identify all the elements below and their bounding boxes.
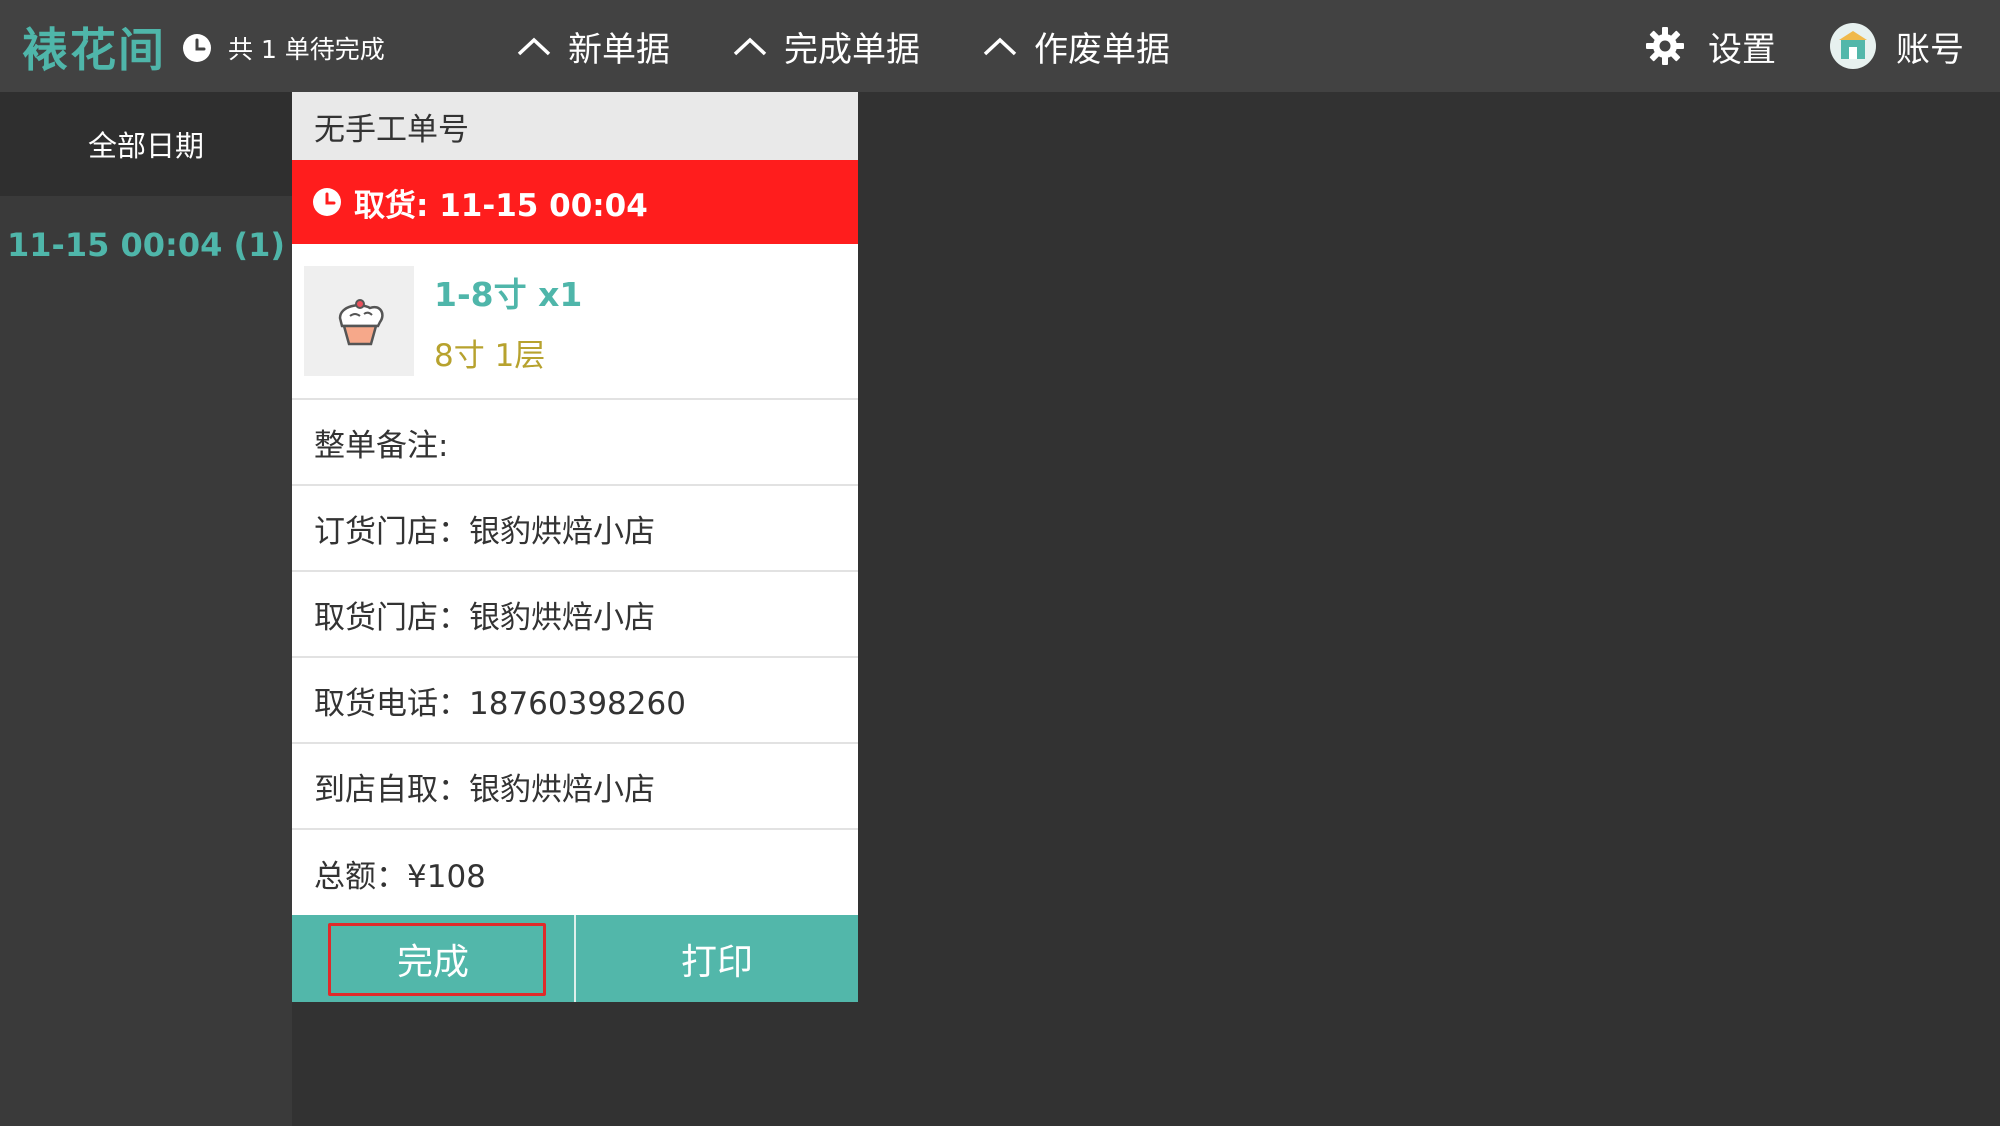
pending-text: 共 1 单待完成	[228, 35, 385, 64]
nav-completed-orders-label: 完成单据	[784, 29, 920, 70]
order-total: 总额：¥108	[314, 858, 486, 895]
order-card: 无手工单号 取货: 11-15 00:04 1-8寸 x1 8寸 1层 整单备注…	[292, 92, 858, 1002]
pending-count: 共 1 单待完成	[182, 28, 385, 68]
pickup-phone: 取货电话：18760398260	[292, 658, 858, 744]
account-label: 账号	[1896, 29, 1964, 70]
order-remark: 整单备注:	[292, 400, 858, 486]
sidebar-date-item[interactable]: 11-15 00:04 (1)	[0, 196, 292, 264]
settings-button[interactable]: 设置	[1644, 22, 1776, 70]
pickup-time-banner: 取货: 11-15 00:04	[292, 160, 858, 244]
clock-icon	[183, 34, 211, 62]
sidebar-all-dates[interactable]: 全部日期	[0, 92, 292, 196]
store-avatar-icon	[1830, 23, 1876, 69]
date-sidebar: 全部日期 11-15 00:04 (1)	[0, 92, 292, 1126]
top-bar: 裱花间 共 1 单待完成 新单据 完成单据 作废单据 设置 账号	[0, 0, 2000, 92]
pickup-store: 取货门店：银豹烘焙小店	[292, 572, 858, 658]
brand-logo-text: 裱花间	[22, 23, 166, 77]
nav-void-orders-label: 作废单据	[1034, 29, 1170, 70]
nav-completed-orders[interactable]: 完成单据	[732, 22, 920, 70]
order-item: 1-8寸 x1 8寸 1层	[292, 244, 858, 400]
self-pickup: 到店自取：银豹烘焙小店	[292, 744, 858, 830]
nav-new-orders-label: 新单据	[568, 29, 670, 70]
print-button[interactable]: 打印	[576, 915, 858, 1002]
gear-icon	[1646, 27, 1684, 65]
nav-void-orders[interactable]: 作废单据	[982, 22, 1170, 70]
account-button[interactable]: 账号	[1830, 22, 1964, 70]
chevron-up-icon	[983, 37, 1017, 56]
item-texts: 1-8寸 x1 8寸 1层	[434, 268, 582, 375]
item-thumbnail	[304, 266, 414, 376]
clock-icon	[313, 188, 341, 216]
item-spec: 8寸 1层	[434, 337, 546, 374]
order-number: 无手工单号	[292, 92, 858, 160]
chevron-up-icon	[517, 37, 551, 56]
item-name: 1-8寸 x1	[434, 274, 583, 314]
order-actions: 完成 打印	[292, 915, 858, 1002]
order-store: 订货门店：银豹烘焙小店	[292, 486, 858, 572]
nav-new-orders[interactable]: 新单据	[516, 22, 670, 70]
complete-button[interactable]: 完成	[292, 915, 576, 1002]
pickup-time-text: 取货: 11-15 00:04	[354, 187, 648, 224]
chevron-up-icon	[733, 37, 767, 56]
cake-icon	[338, 299, 384, 346]
settings-label: 设置	[1708, 29, 1776, 70]
